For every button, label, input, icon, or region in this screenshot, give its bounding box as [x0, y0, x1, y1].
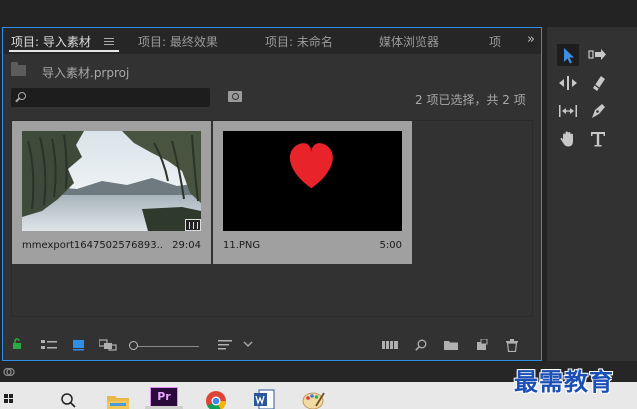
tabs-overflow-icon[interactable]: »	[527, 32, 535, 47]
type-tool[interactable]	[587, 128, 609, 150]
app-window: 项目: 导入素材 项目: 最终效果 项目: 未命名 媒体浏览器 项 » 导入素材…	[0, 0, 637, 409]
tab-truncated[interactable]: 项	[489, 33, 501, 50]
zoom-slider-track[interactable]	[135, 346, 199, 347]
image-thumbnail	[223, 131, 402, 231]
pen-tool[interactable]	[587, 100, 609, 122]
razor-tool[interactable]	[587, 72, 609, 94]
project-panel: 项目: 导入素材 项目: 最终效果 项目: 未命名 媒体浏览器 项 » 导入素材…	[2, 27, 542, 361]
type-icon	[591, 132, 605, 147]
automate-to-sequence-icon[interactable]	[382, 339, 399, 351]
track-select-icon	[588, 49, 606, 60]
item-name: 11.PNG	[223, 240, 261, 251]
media-tile[interactable]: 11.PNG 5:00	[213, 121, 412, 264]
panel-bottom-bar	[3, 331, 541, 359]
windows-start-icon[interactable]	[4, 394, 14, 404]
hand-icon	[560, 131, 573, 147]
chrome-icon[interactable]	[205, 390, 227, 409]
icon-view-icon[interactable]	[73, 339, 85, 351]
item-duration: 29:04	[172, 240, 201, 251]
sort-icon[interactable]	[218, 339, 232, 351]
new-item-icon[interactable]	[476, 339, 488, 351]
tools-panel	[547, 27, 637, 361]
word-icon[interactable]	[253, 388, 275, 409]
track-select-tool[interactable]	[587, 44, 609, 66]
item-duration: 5:00	[379, 240, 402, 251]
media-tile[interactable]: mmexport1647502576893... 29:04	[12, 121, 211, 264]
video-thumbnail	[22, 131, 201, 231]
paint-icon[interactable]	[302, 389, 326, 409]
video-clip-badge-icon	[185, 219, 201, 231]
slip-icon	[559, 105, 577, 117]
media-grid: mmexport1647502576893... 29:04 11.PNG 5:…	[11, 120, 533, 317]
tab-project-import[interactable]: 项目: 导入素材	[11, 33, 91, 50]
tab-project-untitled[interactable]: 项目: 未命名	[265, 33, 333, 50]
creative-cloud-icon[interactable]	[3, 366, 15, 378]
arrow-cursor-icon	[564, 48, 574, 64]
panel-tabs: 项目: 导入素材 项目: 最终效果 项目: 未命名 媒体浏览器 项 »	[3, 28, 541, 54]
selection-status: 2 项已选择，共 2 项	[415, 93, 526, 107]
search-icon[interactable]	[60, 392, 76, 408]
file-explorer-icon[interactable]	[106, 393, 130, 409]
active-tab-indicator	[9, 50, 119, 52]
ripple-edit-icon	[559, 76, 577, 90]
list-view-icon[interactable]	[41, 339, 57, 351]
slip-tool[interactable]	[557, 100, 579, 122]
watermark-logo: 最需教育	[514, 367, 614, 396]
top-bar	[0, 0, 637, 26]
zoom-slider-handle[interactable]	[129, 341, 138, 350]
find-icon[interactable]	[415, 339, 427, 351]
item-name: mmexport1647502576893...	[22, 240, 162, 251]
selection-tool[interactable]	[557, 44, 579, 66]
tab-media-browser[interactable]: 媒体浏览器	[379, 33, 439, 50]
new-bin-icon[interactable]	[444, 339, 458, 351]
trash-icon[interactable]	[506, 339, 518, 352]
tab-project-final[interactable]: 项目: 最终效果	[138, 33, 218, 50]
panel-menu-icon[interactable]	[104, 38, 114, 46]
chevron-down-icon[interactable]	[243, 341, 253, 349]
freeform-view-icon[interactable]	[99, 339, 117, 351]
folder-icon	[11, 62, 26, 76]
heart-shape	[289, 143, 333, 189]
search-icon	[18, 92, 26, 100]
lock-icon[interactable]	[12, 338, 22, 350]
ripple-edit-tool[interactable]	[557, 72, 579, 94]
hand-tool[interactable]	[557, 128, 579, 150]
pen-icon	[592, 104, 605, 118]
razor-icon	[593, 76, 605, 91]
find-in-bin-icon[interactable]	[228, 91, 242, 102]
project-name: 导入素材.prproj	[42, 66, 130, 80]
search-input[interactable]	[11, 88, 210, 107]
